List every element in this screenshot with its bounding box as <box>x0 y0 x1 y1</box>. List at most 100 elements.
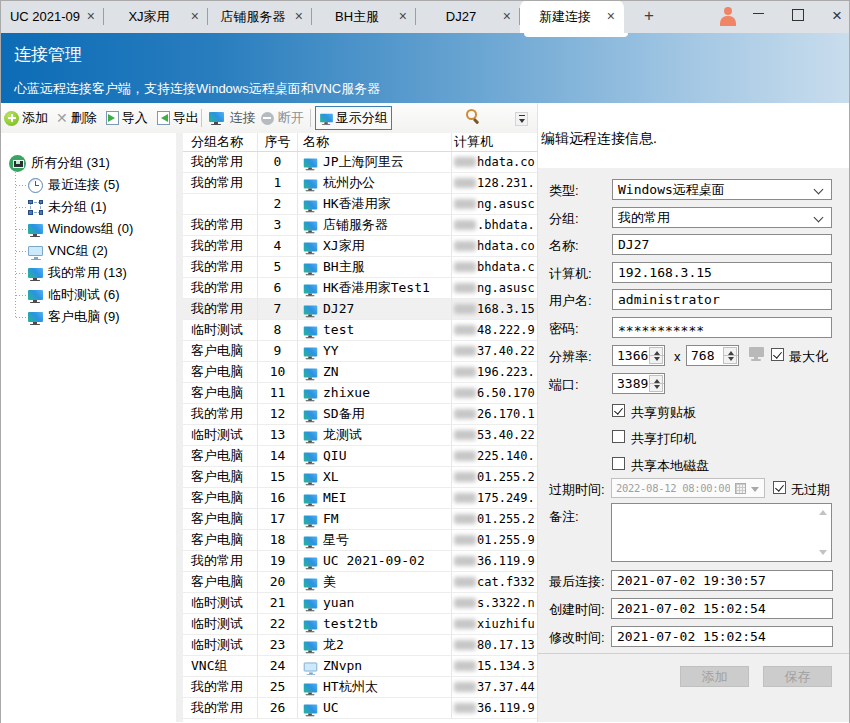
user-account-icon[interactable] <box>718 7 737 26</box>
table-row[interactable]: 客户电脑9YY37.40.22 <box>183 341 537 362</box>
monitor-icon <box>304 222 318 231</box>
share-disk-checkbox[interactable] <box>612 457 625 470</box>
monitor-icon <box>304 495 318 504</box>
tab-close-icon[interactable]: × <box>399 0 407 33</box>
port-label: 端口: <box>549 376 579 394</box>
name-input[interactable]: DJ27 <box>612 234 832 255</box>
username-input[interactable]: administrator <box>612 289 832 310</box>
table-row[interactable]: 我的常用19UC 2021-09-0236.119.9 <box>183 551 537 572</box>
table-row[interactable]: 我的常用26UC36.119.9 <box>183 698 537 719</box>
toolbar-overflow-button[interactable] <box>515 112 528 126</box>
tab-close-icon[interactable]: × <box>607 0 615 33</box>
tab-xj-home[interactable]: XJ家用× <box>104 0 208 33</box>
fullscreen-monitor-icon[interactable] <box>749 347 764 357</box>
table-row[interactable]: 客户电脑10ZN196.223. <box>183 362 537 383</box>
table-row[interactable]: 客户电脑14QIU225.140. <box>183 446 537 467</box>
share-clipboard-checkbox[interactable] <box>612 404 625 417</box>
table-row[interactable]: 临时测试21yuans.3322.n <box>183 593 537 614</box>
no-expire-checkbox[interactable] <box>773 481 786 494</box>
table-row[interactable]: 我的常用3店铺服务器.bhdata. <box>183 215 537 236</box>
tree-item-VNC组[interactable]: VNC组 (2) <box>28 240 108 262</box>
col-group-name[interactable]: 分组名称 <box>183 133 258 151</box>
table-row[interactable]: 我的常用0JP上海阿里云hdata.co <box>183 152 537 173</box>
table-row[interactable]: 我的常用4XJ家用hdata.co <box>183 236 537 257</box>
port-spinner[interactable]: 3389 <box>612 373 665 394</box>
calendar-icon[interactable] <box>735 483 746 494</box>
sidebar-splitter[interactable] <box>176 133 183 722</box>
tree-item-Windows组[interactable]: Windows组 (0) <box>28 218 133 240</box>
tree-item-客户电脑[interactable]: 客户电脑 (9) <box>28 306 120 328</box>
redacted-host-prefix <box>454 619 476 629</box>
panel-save-button[interactable]: 保存 <box>763 666 832 687</box>
expire-time-picker[interactable]: 2022-08-12 08:00:00 <box>611 478 765 498</box>
table-row[interactable]: 临时测试8test48.222.9 <box>183 320 537 341</box>
tree-root-all-groups[interactable]: 所有分组 (31) <box>9 152 110 174</box>
table-row[interactable]: 客户电脑11zhixue6.50.170 <box>183 383 537 404</box>
table-row[interactable]: 客户电脑17FM01.255.2 <box>183 509 537 530</box>
date-dropdown-arrow[interactable] <box>751 487 759 492</box>
table-row[interactable]: 临时测试22test2tbxiuzhifu <box>183 614 537 635</box>
table-row[interactable]: 客户电脑15XL01.255.2 <box>183 467 537 488</box>
window-close-button[interactable]: × <box>825 4 849 28</box>
table-row[interactable]: 客户电脑16MEI175.249. <box>183 488 537 509</box>
tab-close-icon[interactable]: × <box>87 0 95 33</box>
connect-button[interactable]: 连接 <box>204 109 256 127</box>
password-input[interactable]: *********** <box>612 317 832 338</box>
table-row[interactable]: 2HK香港用家ng.asusc <box>183 194 537 215</box>
scroll-up-arrow[interactable] <box>819 510 827 515</box>
tab-close-icon[interactable]: × <box>295 0 303 33</box>
export-button[interactable]: 导出 <box>148 109 199 127</box>
table-row[interactable]: 我的常用12SD备用26.170.1 <box>183 404 537 425</box>
type-dropdown[interactable]: Windows远程桌面 <box>612 179 832 200</box>
table-row[interactable]: 我的常用6HK香港用家Test1ng.asusc <box>183 278 537 299</box>
tab-shop-server[interactable]: 店铺服务器× <box>208 0 312 33</box>
spinner-arrows[interactable] <box>649 375 663 392</box>
scroll-down-arrow[interactable] <box>819 550 827 555</box>
table-row[interactable]: 我的常用1杭州办公128.231. <box>183 173 537 194</box>
spinner-arrows[interactable] <box>649 347 663 364</box>
tree-item-未分组[interactable]: 未分组 (1) <box>28 196 107 218</box>
tab-uc-2021-09[interactable]: UC 2021-09× <box>0 0 104 33</box>
col-index[interactable]: 序号 <box>258 133 298 151</box>
show-groups-toggle[interactable]: 显示分组 <box>315 106 392 130</box>
col-computer[interactable]: 计算机 <box>452 133 537 151</box>
maximize-checkbox[interactable] <box>771 348 784 361</box>
panel-add-button[interactable]: 添加 <box>680 666 749 687</box>
table-row[interactable]: 临时测试23龙280.17.13 <box>183 635 537 656</box>
spinner-arrows[interactable] <box>723 347 737 364</box>
resolution-width-spinner[interactable]: 1366 <box>612 345 665 366</box>
redacted-host-prefix <box>454 367 476 377</box>
computer-input[interactable]: 192.168.3.15 <box>612 262 832 283</box>
table-row[interactable]: 客户电脑20美cat.f332 <box>183 572 537 593</box>
col-name[interactable]: 名称 <box>298 133 452 151</box>
add-button[interactable]: 添加 <box>0 109 48 127</box>
import-button[interactable]: 导入 <box>97 109 148 127</box>
minimize-button[interactable] <box>753 13 764 14</box>
search-icon[interactable] <box>466 109 477 120</box>
tree-item-临时测试[interactable]: 临时测试 (6) <box>28 284 120 306</box>
resolution-height-spinner[interactable]: 768 <box>686 345 739 366</box>
modify-time-value: 2021-07-02 15:02:54 <box>611 626 833 647</box>
tab-new-connection[interactable]: 新建连接× <box>520 0 624 33</box>
redacted-host-prefix <box>454 346 476 356</box>
table-row[interactable]: 我的常用5BH主服bhdata.c <box>183 257 537 278</box>
tree-item-我的常用[interactable]: 我的常用 (13) <box>28 262 127 284</box>
table-row[interactable]: 客户电脑18星号01.255.9 <box>183 530 537 551</box>
tab-bh-main[interactable]: BH主服× <box>312 0 416 33</box>
delete-button[interactable]: ✕删除 <box>48 109 97 127</box>
disconnect-button[interactable]: 断开 <box>256 109 304 127</box>
tree-item-最近连接[interactable]: 最近连接 (5) <box>28 174 120 196</box>
notes-textarea[interactable] <box>611 503 832 562</box>
monitor-icon <box>304 180 318 189</box>
share-printer-checkbox[interactable] <box>612 430 625 443</box>
table-row[interactable]: 我的常用25HT杭州太37.37.44 <box>183 677 537 698</box>
group-dropdown[interactable]: 我的常用 <box>612 207 832 228</box>
new-tab-button[interactable]: + <box>640 7 658 25</box>
maximize-button[interactable] <box>792 9 804 21</box>
tab-dj27[interactable]: DJ27× <box>416 0 520 33</box>
tab-close-icon[interactable]: × <box>503 0 511 33</box>
table-row[interactable]: 我的常用7DJ27168.3.15 <box>183 299 537 320</box>
table-row[interactable]: VNC组24ZNvpn15.134.3 <box>183 656 537 677</box>
tab-close-icon[interactable]: × <box>191 0 199 33</box>
table-row[interactable]: 临时测试13龙测试53.40.22 <box>183 425 537 446</box>
